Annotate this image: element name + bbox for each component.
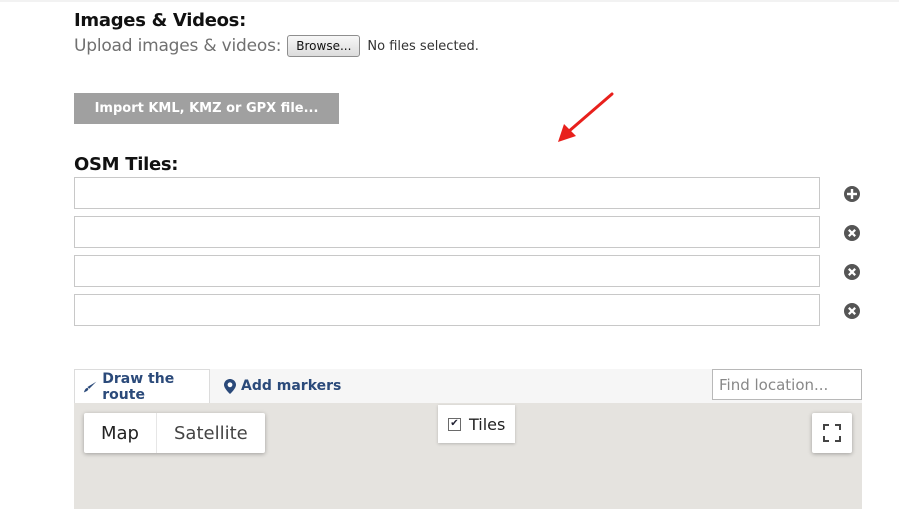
osm-tile-input-4[interactable] (74, 294, 820, 326)
osm-tiles-title: OSM Tiles: (74, 154, 179, 175)
map-type-satellite-button[interactable]: Satellite (157, 413, 265, 453)
import-file-button[interactable]: Import KML, KMZ or GPX file... (74, 93, 339, 124)
brush-icon (83, 381, 97, 392)
tab-add-markers-label: Add markers (241, 378, 342, 394)
file-status: No files selected. (367, 38, 479, 54)
x-circle-icon[interactable] (843, 224, 861, 242)
plus-circle-icon[interactable] (843, 185, 861, 203)
map-canvas[interactable]: Map Satellite ✔ Tiles (74, 403, 862, 509)
upload-row: Upload images & videos: Browse... No fil… (74, 35, 479, 57)
map-type-control: Map Satellite (84, 413, 265, 453)
images-section-title: Images & Videos: (74, 10, 246, 31)
red-arrow-icon (558, 92, 614, 142)
x-circle-icon[interactable] (843, 263, 861, 281)
tab-add-markers[interactable]: Add markers (222, 369, 341, 403)
osm-tile-input-2[interactable] (74, 216, 820, 248)
tiles-label: Tiles (469, 414, 506, 434)
find-location-input[interactable] (712, 369, 862, 400)
tiles-checkbox[interactable]: ✔ (448, 417, 461, 431)
x-circle-icon[interactable] (843, 302, 861, 320)
tab-draw-route[interactable]: Draw the route (74, 369, 210, 403)
map-pin-icon (224, 378, 236, 394)
fullscreen-button[interactable] (812, 413, 852, 453)
fullscreen-icon (823, 424, 841, 442)
browse-button[interactable]: Browse... (287, 35, 361, 57)
tab-draw-route-label: Draw the route (102, 370, 175, 403)
osm-tile-input-1[interactable] (74, 177, 820, 209)
osm-tile-input-3[interactable] (74, 255, 820, 287)
tiles-toggle[interactable]: ✔ Tiles (438, 405, 516, 443)
upload-label: Upload images & videos: (74, 36, 282, 56)
top-divider (0, 0, 899, 2)
map-type-map-button[interactable]: Map (84, 413, 156, 453)
